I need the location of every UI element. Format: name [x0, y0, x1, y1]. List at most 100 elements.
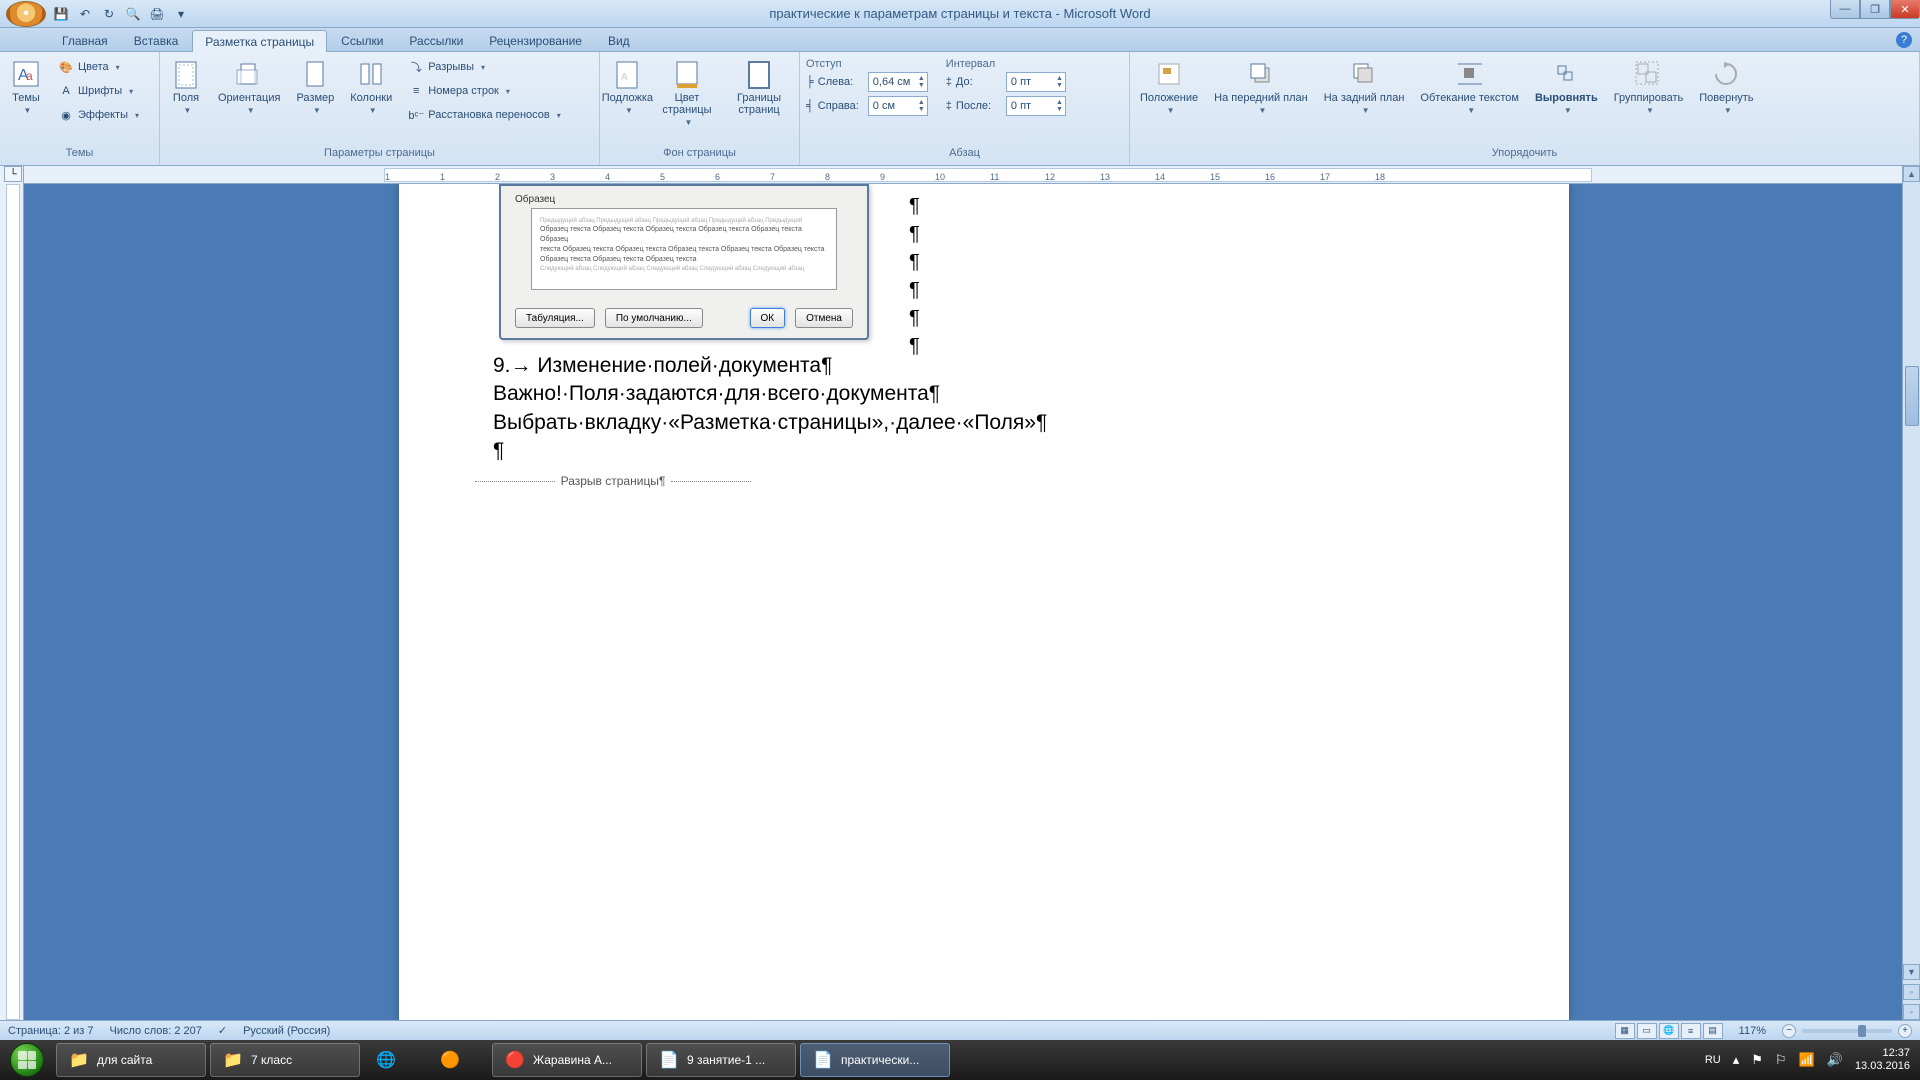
qat-customize-icon[interactable]: ▾ [172, 5, 190, 23]
tab-mailings[interactable]: Рассылки [397, 30, 475, 51]
print-preview-icon[interactable]: 🔍 [124, 5, 142, 23]
indent-left-icon: ╞ [806, 76, 814, 88]
maximize-button[interactable]: ❐ [1860, 0, 1890, 19]
ruler-tick: 10 [935, 172, 945, 182]
scroll-down-icon[interactable]: ▼ [1903, 964, 1920, 980]
orientation-button[interactable]: Ориентация▼ [214, 56, 284, 117]
tray-network-icon[interactable]: 📶 [1799, 1052, 1815, 1068]
themes-button[interactable]: Aa Темы ▼ [6, 56, 46, 117]
hyphenation-button[interactable]: bᶜ⁻Расстановка переносов▾ [404, 104, 565, 126]
tab-selector[interactable]: └ [4, 166, 22, 182]
save-icon[interactable]: 💾 [52, 5, 70, 23]
tray-flag-icon[interactable]: ⚐ [1775, 1052, 1787, 1068]
taskbar-item-active[interactable]: 📄практически... [800, 1043, 950, 1077]
zoom-in-icon[interactable]: + [1898, 1024, 1912, 1038]
zoom-thumb[interactable] [1858, 1025, 1866, 1037]
outline-view-icon[interactable]: ≡ [1681, 1023, 1701, 1039]
undo-icon[interactable]: ↶ [76, 5, 94, 23]
columns-button[interactable]: Колонки▼ [346, 56, 396, 117]
spin-down-icon[interactable]: ▼ [918, 106, 925, 113]
spacing-before-input[interactable]: 0 пт▲▼ [1006, 72, 1066, 92]
draft-view-icon[interactable]: ▤ [1703, 1023, 1723, 1039]
scroll-up-icon[interactable]: ▲ [1903, 166, 1920, 182]
office-button[interactable] [6, 1, 46, 27]
bring-front-button[interactable]: На передний план▼ [1210, 56, 1312, 117]
print-layout-view-icon[interactable]: ▦ [1615, 1023, 1635, 1039]
help-icon[interactable]: ? [1896, 32, 1912, 48]
send-back-button[interactable]: На задний план▼ [1320, 56, 1409, 117]
redo-icon[interactable]: ↻ [100, 5, 118, 23]
rotate-button[interactable]: Повернуть▼ [1695, 56, 1757, 117]
full-screen-view-icon[interactable]: ▭ [1637, 1023, 1657, 1039]
group-button[interactable]: Группировать▼ [1610, 56, 1688, 117]
page-borders-button[interactable]: Границы страниц [725, 56, 793, 118]
tray-action-center-icon[interactable]: ⚑ [1751, 1052, 1763, 1068]
taskbar-item-app[interactable]: 🟠 [428, 1043, 488, 1077]
close-button[interactable]: ✕ [1890, 0, 1920, 19]
spin-up-icon[interactable]: ▲ [1056, 75, 1063, 82]
page-container[interactable]: Образец Предыдущий абзац Предыдущий абза… [24, 184, 1902, 1020]
theme-effects-button[interactable]: ◉Эффекты▾ [54, 104, 143, 126]
language-status[interactable]: Русский (Россия) [243, 1025, 330, 1037]
spell-check-icon[interactable]: ✓ [218, 1024, 227, 1037]
web-layout-view-icon[interactable]: 🌐 [1659, 1023, 1679, 1039]
tray-up-icon[interactable]: ▴ [1733, 1052, 1740, 1068]
page-status[interactable]: Страница: 2 из 7 [8, 1025, 94, 1037]
svg-text:A: A [621, 72, 628, 83]
document-text[interactable]: 9.→ Изменение·полей·документа¶ Важно!·По… [493, 352, 1047, 465]
theme-fonts-button[interactable]: AШрифты▾ [54, 80, 143, 102]
zoom-track[interactable] [1802, 1029, 1892, 1033]
taskbar-item[interactable]: 📄9 занятие-1 ... [646, 1043, 796, 1077]
spin-up-icon[interactable]: ▲ [918, 75, 925, 82]
text-wrap-button[interactable]: Обтекание текстом▼ [1416, 56, 1523, 117]
margins-button[interactable]: Поля▼ [166, 56, 206, 117]
start-button[interactable] [0, 1040, 54, 1080]
indent-left-input[interactable]: 0,64 см▲▼ [868, 72, 928, 92]
next-page-icon[interactable]: ◦ [1903, 1004, 1920, 1020]
tab-home[interactable]: Главная [50, 30, 120, 51]
minimize-button[interactable]: — [1830, 0, 1860, 19]
spin-down-icon[interactable]: ▼ [918, 82, 925, 89]
ruler-tick: 2 [495, 172, 500, 182]
ok-dialog-button[interactable]: ОК [750, 308, 786, 328]
indent-right-input[interactable]: 0 см▲▼ [868, 96, 928, 116]
size-button[interactable]: Размер▼ [292, 56, 338, 117]
spin-down-icon[interactable]: ▼ [1056, 82, 1063, 89]
taskbar-item[interactable]: 🔴Жаравина А... [492, 1043, 642, 1077]
spin-up-icon[interactable]: ▲ [918, 99, 925, 106]
tabs-dialog-button[interactable]: Табуляция... [515, 308, 595, 328]
tab-review[interactable]: Рецензирование [477, 30, 594, 51]
tab-references[interactable]: Ссылки [329, 30, 395, 51]
align-button[interactable]: Выровнять▼ [1531, 56, 1602, 117]
watermark-button[interactable]: AПодложка▼ [606, 56, 649, 117]
taskbar-item[interactable]: 📁для сайта [56, 1043, 206, 1077]
word-count[interactable]: Число слов: 2 207 [110, 1025, 202, 1037]
spacing-after-input[interactable]: 0 пт▲▼ [1006, 96, 1066, 116]
line-numbers-button[interactable]: ≡Номера строк▾ [404, 80, 565, 102]
breaks-button[interactable]: ⤵Разрывы▾ [404, 56, 565, 78]
tray-clock[interactable]: 12:3713.03.2016 [1855, 1047, 1910, 1073]
cancel-dialog-button[interactable]: Отмена [795, 308, 853, 328]
page-color-button[interactable]: Цвет страницы▼ [657, 56, 717, 129]
vertical-ruler[interactable]: └ [0, 166, 24, 1020]
spin-down-icon[interactable]: ▼ [1056, 106, 1063, 113]
tab-page-layout[interactable]: Разметка страницы [192, 30, 327, 52]
position-button[interactable]: Положение▼ [1136, 56, 1202, 117]
quick-print-icon[interactable]: 🖨 [148, 5, 166, 23]
spacing-after-icon: ‡ [946, 100, 952, 112]
taskbar-item-chrome[interactable]: 🌐 [364, 1043, 424, 1077]
tab-view[interactable]: Вид [596, 30, 642, 51]
vertical-scrollbar[interactable]: ▲ ▼ ◦ ◦ [1902, 166, 1920, 1020]
taskbar-item[interactable]: 📁7 класс [210, 1043, 360, 1077]
scrollbar-thumb[interactable] [1905, 366, 1919, 426]
zoom-out-icon[interactable]: − [1782, 1024, 1796, 1038]
tray-language[interactable]: RU [1705, 1054, 1721, 1066]
zoom-level[interactable]: 117% [1739, 1025, 1766, 1037]
theme-colors-button[interactable]: 🎨Цвета▾ [54, 56, 143, 78]
default-dialog-button[interactable]: По умолчанию... [605, 308, 703, 328]
prev-page-icon[interactable]: ◦ [1903, 984, 1920, 1000]
tray-volume-icon[interactable]: 🔊 [1827, 1052, 1843, 1068]
tab-insert[interactable]: Вставка [122, 30, 191, 51]
spin-up-icon[interactable]: ▲ [1056, 99, 1063, 106]
horizontal-ruler[interactable]: 1123456789101112131415161718 [24, 166, 1902, 184]
